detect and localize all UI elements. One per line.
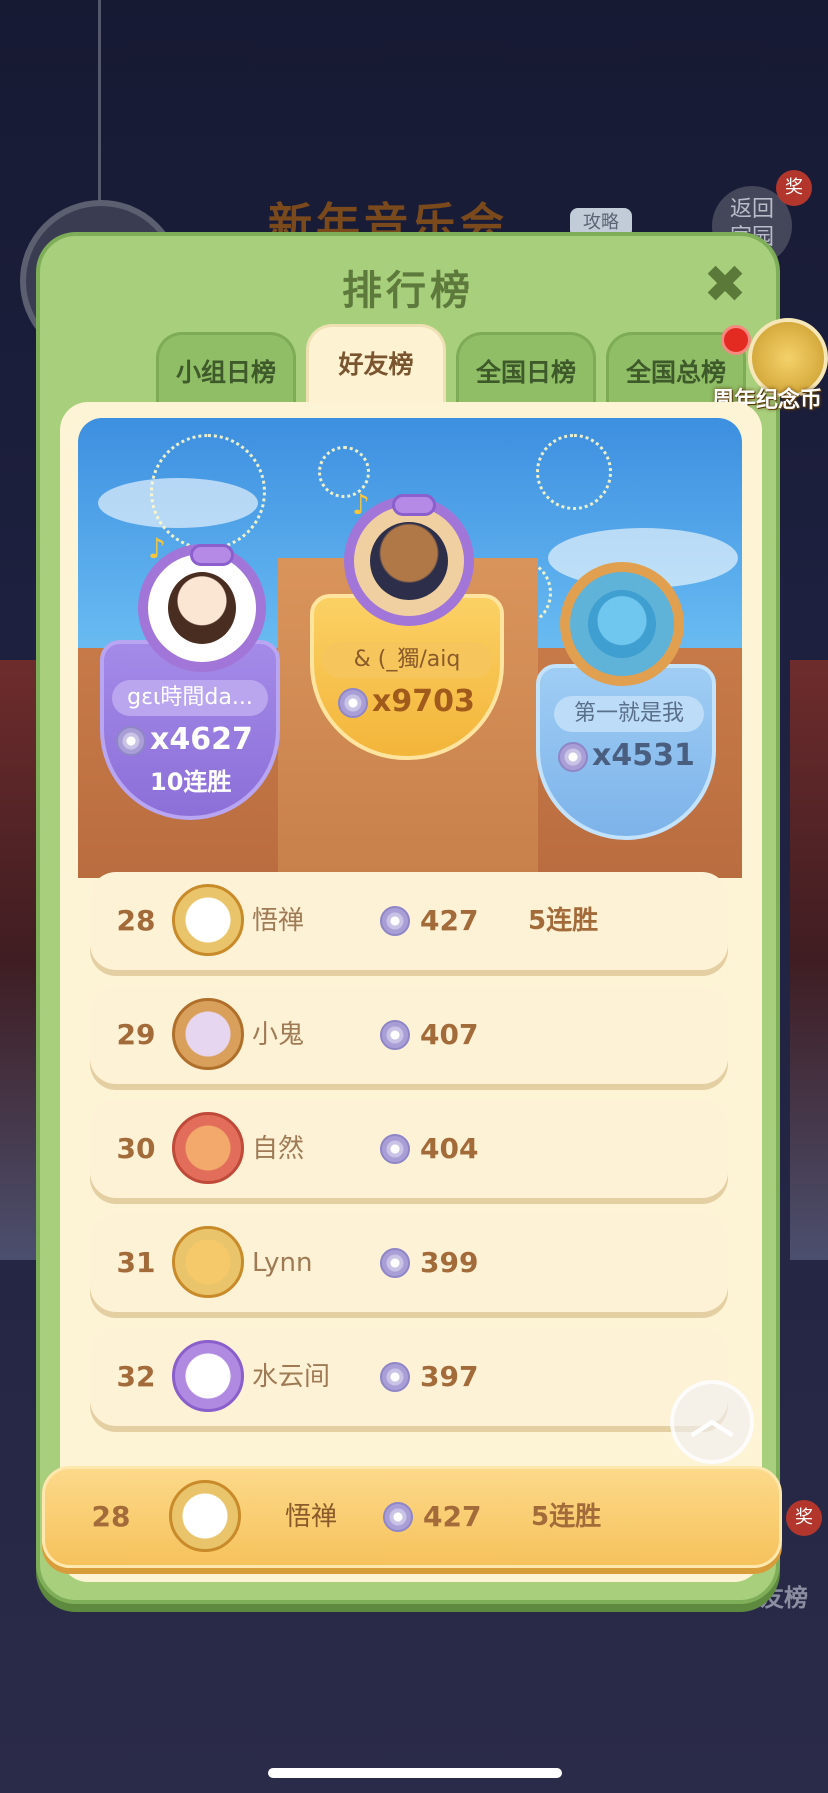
prize-badge-bottom: 奖 [786, 1500, 822, 1536]
disc-icon [383, 1502, 413, 1532]
first-place-score-group: x9703 [338, 684, 475, 719]
notification-dot-icon [721, 325, 751, 355]
row-name: 自然 [252, 1134, 305, 1164]
third-place-score-group: x4531 [558, 738, 695, 773]
prize-badge: 奖 [776, 170, 812, 206]
ranking-row[interactable]: 28 悟禅 427 5连胜 [90, 872, 728, 970]
tab-group-daily[interactable]: 小组日榜 [156, 332, 296, 404]
row-rank: 30 [116, 1132, 156, 1165]
ranking-row[interactable]: 32 水云间 397 [90, 1328, 728, 1426]
bow-icon [392, 494, 436, 516]
background-side-left [0, 660, 40, 1260]
disc-icon [380, 1020, 410, 1050]
row-score: 399 [420, 1246, 479, 1279]
row-avatar[interactable] [172, 884, 244, 956]
second-place-score: x4627 [150, 722, 253, 757]
bow-icon [190, 544, 234, 566]
row-score: 404 [420, 1132, 479, 1165]
my-streak: 5连胜 [531, 1502, 602, 1532]
ornament-string [98, 0, 101, 210]
avatar-image [168, 572, 236, 644]
ranking-row[interactable]: 30 自然 404 [90, 1100, 728, 1198]
my-avatar[interactable] [169, 1480, 241, 1552]
avatar-image [370, 522, 448, 600]
tab-national-daily[interactable]: 全国日榜 [456, 332, 596, 404]
row-score: 427 [420, 904, 479, 937]
row-name: 水云间 [252, 1362, 331, 1392]
third-place-avatar[interactable] [560, 562, 684, 686]
home-indicator[interactable] [268, 1768, 562, 1778]
second-place-streak: 10连胜 [150, 768, 232, 796]
tab-national-total-label: 全国总榜 [625, 358, 726, 387]
disc-icon [380, 906, 410, 936]
scroll-to-top-button[interactable]: ︿ [670, 1380, 754, 1464]
close-icon[interactable]: ✖ [700, 259, 750, 311]
disc-icon [338, 687, 368, 718]
row-rank: 28 [116, 904, 156, 937]
disc-icon [558, 741, 588, 772]
disc-icon [380, 1362, 410, 1392]
second-place-score-group: x4627 [116, 722, 253, 757]
music-note-icon: ♪ [352, 488, 370, 521]
row-name: 小鬼 [252, 1020, 305, 1050]
firework-decoration [536, 434, 612, 510]
music-note-icon: ♪ [148, 532, 166, 565]
row-streak: 5连胜 [528, 906, 599, 936]
ranking-row[interactable]: 29 小鬼 407 [90, 986, 728, 1084]
row-avatar[interactable] [172, 1226, 244, 1298]
row-name: Lynn [252, 1248, 313, 1278]
panel-title: 排行榜 [342, 268, 474, 314]
first-place-score: x9703 [372, 684, 475, 719]
my-rank-row[interactable]: 28 悟禅 427 5连胜 [42, 1466, 782, 1568]
my-score: 427 [423, 1500, 482, 1533]
disc-icon [380, 1248, 410, 1278]
row-name: 悟禅 [252, 906, 305, 936]
firework-decoration [150, 434, 266, 550]
disc-icon [380, 1134, 410, 1164]
avatar-image [588, 590, 656, 658]
my-name: 悟禅 [285, 1502, 338, 1532]
disc-icon [116, 725, 146, 756]
tab-friends[interactable]: 好友榜 [306, 324, 446, 404]
row-avatar[interactable] [172, 1340, 244, 1412]
row-rank: 29 [116, 1018, 156, 1051]
row-avatar[interactable] [172, 998, 244, 1070]
my-rank: 28 [91, 1500, 131, 1533]
first-place-name: & (_獨/aiq [322, 642, 492, 678]
row-score: 407 [420, 1018, 479, 1051]
background-side-right [790, 660, 828, 1260]
ranking-row[interactable]: 31 Lynn 399 [90, 1214, 728, 1312]
third-place-name: 第一就是我 [554, 696, 704, 732]
third-place-score: x4531 [592, 738, 695, 773]
second-place-name: gɛι時間da... [112, 680, 268, 716]
row-avatar[interactable] [172, 1112, 244, 1184]
row-score: 397 [420, 1360, 479, 1393]
row-rank: 32 [116, 1360, 156, 1393]
row-rank: 31 [116, 1246, 156, 1279]
